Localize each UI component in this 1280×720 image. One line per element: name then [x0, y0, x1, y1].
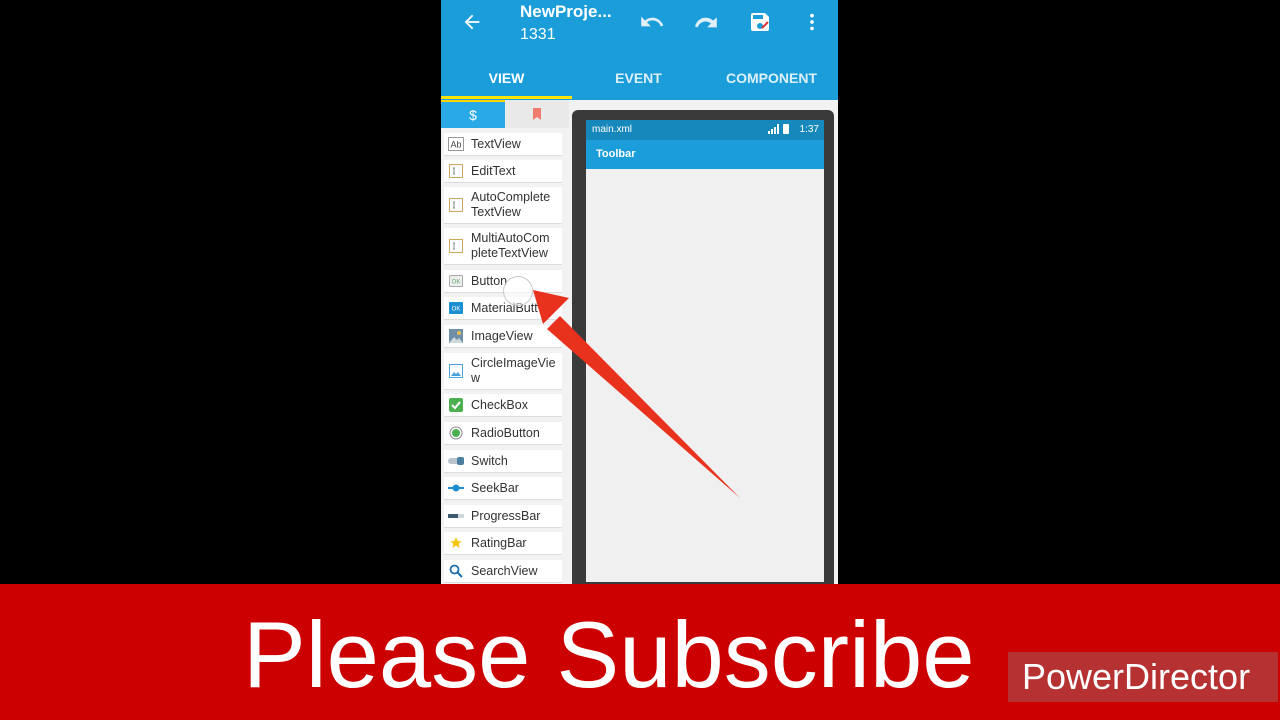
svg-text:OK: OK	[452, 280, 461, 286]
seekbar-icon	[448, 480, 464, 496]
switch-icon	[448, 453, 464, 469]
svg-text:OK: OK	[452, 307, 461, 313]
palette-item-label: ImageView	[471, 328, 533, 343]
bookmark-icon[interactable]	[505, 100, 569, 128]
palette-item-label: CheckBox	[471, 397, 528, 412]
ratingbar-icon	[448, 535, 464, 551]
redo-icon[interactable]	[692, 8, 720, 36]
palette-item-searchview[interactable]: SearchView	[444, 560, 562, 583]
palette-item-label: ProgressBar	[471, 508, 541, 523]
preview-status-bar: main.xml 1:37	[586, 120, 824, 140]
signal-battery-icon	[768, 124, 792, 137]
palette-item-seekbar[interactable]: SeekBar	[444, 477, 562, 500]
app-bar: NewProje... 1331 VIEW EVENT COMPONENT	[441, 0, 838, 100]
palette-item-label: CircleImageVie w	[471, 356, 556, 385]
circleimageview-icon	[448, 363, 464, 379]
preview-toolbar[interactable]: Toolbar	[586, 140, 824, 169]
checkbox-icon	[448, 397, 464, 413]
widget-palette: $ Ab TextView EditText AutoComplete Text…	[441, 100, 573, 584]
device-preview-frame: main.xml 1:37 Toolbar	[572, 110, 834, 584]
app-screen: NewProje... 1331 VIEW EVENT COMPONENT $	[441, 0, 838, 584]
imageview-icon	[448, 328, 464, 344]
radiobutton-icon	[448, 425, 464, 441]
undo-icon[interactable]	[638, 8, 666, 36]
tab-component[interactable]: COMPONENT	[705, 56, 838, 100]
more-vert-icon[interactable]	[798, 8, 826, 36]
svg-text:Ab: Ab	[450, 140, 461, 150]
widgets-icon[interactable]: $	[441, 100, 505, 128]
status-clock: 1:37	[799, 124, 819, 135]
back-arrow-icon[interactable]	[458, 8, 486, 36]
palette-item-radiobutton[interactable]: RadioButton	[444, 422, 562, 445]
palette-item-label: RadioButton	[471, 425, 540, 440]
palette-item-label: SearchView	[471, 563, 538, 578]
palette-item-edittext[interactable]: EditText	[444, 160, 562, 183]
tab-view[interactable]: VIEW	[441, 56, 572, 100]
powerdirector-watermark: PowerDirector	[1008, 652, 1278, 702]
file-name: main.xml	[592, 124, 633, 135]
palette-item-label: TextView	[471, 136, 521, 151]
active-tab-indicator	[441, 96, 572, 99]
palette-item-circleimageview[interactable]: CircleImageVie w	[444, 353, 562, 390]
project-title: NewProje...	[520, 2, 612, 21]
palette-item-imageview[interactable]: ImageView	[444, 325, 562, 348]
layout-preview-canvas[interactable]: main.xml 1:37 Toolbar	[586, 120, 824, 582]
palette-item-switch[interactable]: Switch	[444, 450, 562, 473]
button-icon: OK	[448, 273, 464, 289]
save-icon[interactable]	[746, 8, 774, 36]
toolbar-label: Toolbar	[596, 148, 636, 160]
textview-icon: Ab	[448, 136, 464, 152]
touch-indicator	[503, 276, 533, 306]
tab-event[interactable]: EVENT	[572, 56, 705, 100]
palette-item-ratingbar[interactable]: RatingBar	[444, 532, 562, 555]
palette-item-label: SeekBar	[471, 480, 519, 495]
material-button-icon: OK	[448, 300, 464, 316]
palette-item-label: Switch	[471, 453, 508, 468]
palette-item-label: EditText	[471, 163, 516, 178]
palette-tabs: $	[441, 100, 573, 128]
palette-item-label: AutoComplete TextView	[471, 190, 551, 219]
palette-item-label: MaterialButt	[471, 300, 538, 315]
palette-item-checkbox[interactable]: CheckBox	[444, 394, 562, 417]
searchview-icon	[448, 563, 464, 579]
palette-item-material-button[interactable]: OK MaterialButt	[444, 297, 562, 320]
autocomplete-icon	[448, 197, 464, 213]
palette-item-label: MultiAutoCom pleteTextView	[471, 231, 550, 260]
palette-item-label: RatingBar	[471, 535, 527, 550]
project-id: 1331	[520, 26, 556, 43]
subscribe-text: Please Subscribe	[243, 602, 975, 707]
svg-text:$: $	[469, 107, 477, 123]
palette-item-progressbar[interactable]: ProgressBar	[444, 505, 562, 528]
palette-item-autocomplete[interactable]: AutoComplete TextView	[444, 187, 562, 224]
edittext-icon	[448, 163, 464, 179]
palette-item-textview[interactable]: Ab TextView	[444, 133, 562, 156]
progressbar-icon	[448, 508, 464, 524]
multiautocomplete-icon	[448, 238, 464, 254]
palette-item-multiautocomplete[interactable]: MultiAutoCom pleteTextView	[444, 228, 562, 265]
